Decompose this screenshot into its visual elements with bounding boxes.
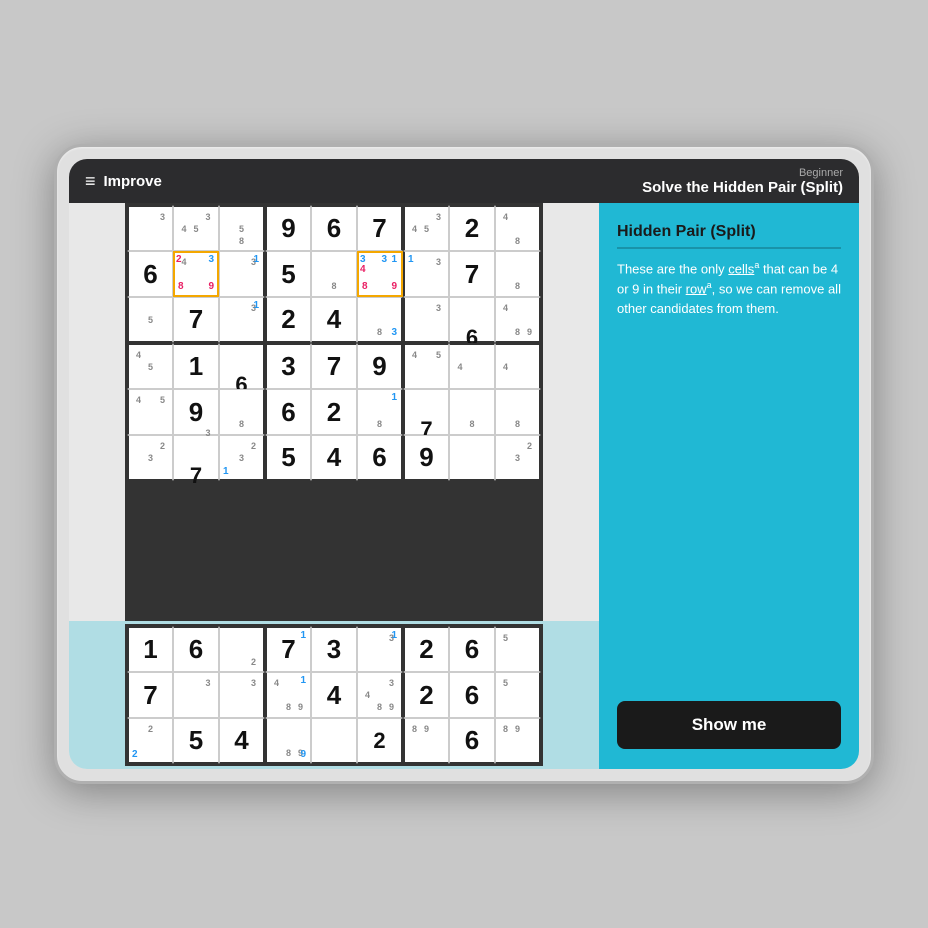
- cell-6-1[interactable]: 6: [173, 626, 219, 672]
- app-name: Improve: [104, 173, 162, 190]
- cell-5-3[interactable]: 5: [265, 435, 311, 481]
- cell-8-3[interactable]: 899: [265, 718, 311, 764]
- cell-5-8[interactable]: 23: [495, 435, 541, 481]
- cell-2-3[interactable]: 2: [265, 297, 311, 343]
- sudoku-grid[interactable]: 3 345 58 9 6 7 345 2 48 6 42389 31: [125, 203, 543, 621]
- puzzle-bottom: 1 6 2 17 3 31 2 6 5 7 3 3 4891: [69, 621, 599, 769]
- cell-2-6[interactable]: 3: [403, 297, 449, 343]
- cell-5-4[interactable]: 4: [311, 435, 357, 481]
- cell-0-1[interactable]: 345: [173, 205, 219, 251]
- cell-7-8[interactable]: 5: [495, 672, 541, 718]
- cell-7-1[interactable]: 3: [173, 672, 219, 718]
- cell-4-6[interactable]: 7: [403, 389, 449, 435]
- hint-title: Hidden Pair (Split): [617, 223, 841, 249]
- cell-1-4[interactable]: 8: [311, 251, 357, 297]
- hint-cells-link[interactable]: cells: [728, 261, 754, 276]
- cell-4-5[interactable]: 81: [357, 389, 403, 435]
- cell-4-2[interactable]: 8: [219, 389, 265, 435]
- puzzle-title: Solve the Hidden Pair (Split): [642, 179, 843, 196]
- app-header: ≡ Improve Beginner Solve the Hidden Pair…: [69, 159, 859, 203]
- cell-5-7[interactable]: [449, 435, 495, 481]
- show-me-button[interactable]: Show me: [617, 701, 841, 749]
- cell-3-1[interactable]: 1: [173, 343, 219, 389]
- side-panel: Hidden Pair (Split) These are the only c…: [599, 203, 859, 769]
- tablet-screen: ≡ Improve Beginner Solve the Hidden Pair…: [69, 159, 859, 769]
- cell-8-6[interactable]: 89: [403, 718, 449, 764]
- cell-6-5[interactable]: 31: [357, 626, 403, 672]
- cell-0-6[interactable]: 345: [403, 205, 449, 251]
- cell-8-8[interactable]: 89: [495, 718, 541, 764]
- cell-3-4[interactable]: 7: [311, 343, 357, 389]
- cell-0-2[interactable]: 58: [219, 205, 265, 251]
- cell-4-7[interactable]: 8: [449, 389, 495, 435]
- cell-1-6[interactable]: 31: [403, 251, 449, 297]
- cell-0-7[interactable]: 2: [449, 205, 495, 251]
- cell-0-3[interactable]: 9: [265, 205, 311, 251]
- main-content: 3 345 58 9 6 7 345 2 48 6 42389 31: [69, 203, 859, 769]
- cell-2-0[interactable]: 5: [127, 297, 173, 343]
- cell-3-8[interactable]: 4: [495, 343, 541, 389]
- cell-4-8[interactable]: 8: [495, 389, 541, 435]
- sudoku-grid-bottom[interactable]: 1 6 2 17 3 31 2 6 5 7 3 3 4891: [125, 624, 543, 766]
- cell-2-5[interactable]: 83: [357, 297, 403, 343]
- cell-7-7[interactable]: 6: [449, 672, 495, 718]
- cell-3-3[interactable]: 3: [265, 343, 311, 389]
- cell-7-5[interactable]: 3489: [357, 672, 403, 718]
- cell-7-3[interactable]: 4891: [265, 672, 311, 718]
- cell-6-8[interactable]: 5: [495, 626, 541, 672]
- puzzle-area: 3 345 58 9 6 7 345 2 48 6 42389 31: [69, 203, 599, 769]
- cell-4-0[interactable]: 45: [127, 389, 173, 435]
- cell-0-8[interactable]: 48: [495, 205, 541, 251]
- cell-3-0[interactable]: 45: [127, 343, 173, 389]
- cell-8-0[interactable]: 22: [127, 718, 173, 764]
- cell-0-4[interactable]: 6: [311, 205, 357, 251]
- tablet-frame: ≡ Improve Beginner Solve the Hidden Pair…: [54, 144, 874, 784]
- cell-1-2[interactable]: 31: [219, 251, 265, 297]
- cell-4-3[interactable]: 6: [265, 389, 311, 435]
- cell-3-7[interactable]: 4: [449, 343, 495, 389]
- cell-6-6[interactable]: 2: [403, 626, 449, 672]
- cell-5-1[interactable]: 37: [173, 435, 219, 481]
- cell-7-2[interactable]: 3: [219, 672, 265, 718]
- cell-8-1[interactable]: 5: [173, 718, 219, 764]
- cell-2-7[interactable]: 6: [449, 297, 495, 343]
- cell-2-4[interactable]: 4: [311, 297, 357, 343]
- cell-8-2[interactable]: 4: [219, 718, 265, 764]
- cell-3-2[interactable]: 6: [219, 343, 265, 389]
- cell-8-4[interactable]: [311, 718, 357, 764]
- hint-row-link[interactable]: row: [686, 281, 707, 296]
- header-right: Beginner Solve the Hidden Pair (Split): [642, 167, 843, 196]
- cell-1-8[interactable]: 8: [495, 251, 541, 297]
- header-left: ≡ Improve: [85, 171, 162, 192]
- cell-2-1[interactable]: 7: [173, 297, 219, 343]
- cell-1-1[interactable]: 42389: [173, 251, 219, 297]
- cell-8-7[interactable]: 6: [449, 718, 495, 764]
- cell-4-4[interactable]: 2: [311, 389, 357, 435]
- difficulty-label: Beginner: [799, 167, 843, 179]
- cell-5-6[interactable]: 9: [403, 435, 449, 481]
- hint-text-1: These are the only: [617, 261, 728, 276]
- cell-6-7[interactable]: 6: [449, 626, 495, 672]
- cell-7-4[interactable]: 4: [311, 672, 357, 718]
- cell-2-8[interactable]: 489: [495, 297, 541, 343]
- cell-6-4[interactable]: 3: [311, 626, 357, 672]
- cell-3-5[interactable]: 9: [357, 343, 403, 389]
- menu-icon[interactable]: ≡: [85, 171, 96, 192]
- cell-5-0[interactable]: 23: [127, 435, 173, 481]
- cell-6-3[interactable]: 17: [265, 626, 311, 672]
- cell-1-0[interactable]: 6: [127, 251, 173, 297]
- cell-5-5[interactable]: 6: [357, 435, 403, 481]
- cell-5-2[interactable]: 231: [219, 435, 265, 481]
- cell-6-0[interactable]: 1: [127, 626, 173, 672]
- cell-0-0[interactable]: 3: [127, 205, 173, 251]
- cell-0-5[interactable]: 7: [357, 205, 403, 251]
- hint-text: These are the only cellsa that can be 4 …: [617, 259, 841, 691]
- cell-1-5[interactable]: 341389: [357, 251, 403, 297]
- puzzle-top: 3 345 58 9 6 7 345 2 48 6 42389 31: [69, 203, 599, 621]
- cell-6-2[interactable]: 2: [219, 626, 265, 672]
- cell-7-6[interactable]: 2: [403, 672, 449, 718]
- cell-7-0[interactable]: 7: [127, 672, 173, 718]
- cell-8-5[interactable]: 2: [357, 718, 403, 764]
- cell-1-3[interactable]: 5: [265, 251, 311, 297]
